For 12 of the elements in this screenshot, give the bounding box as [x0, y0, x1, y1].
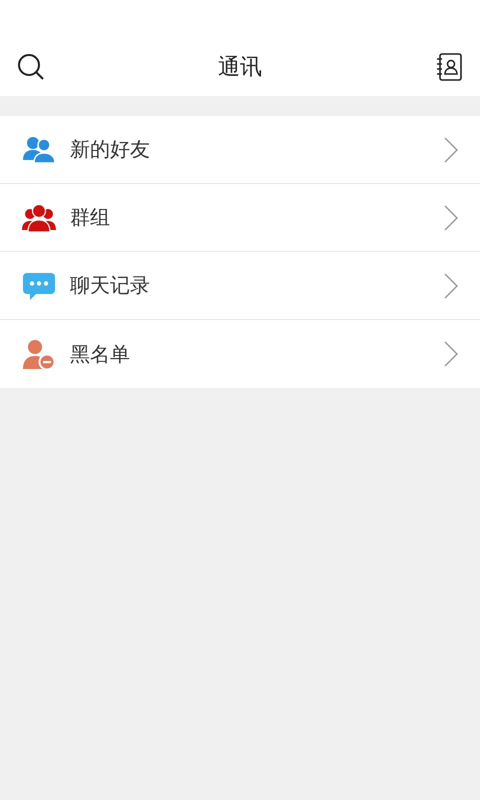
contacts-book-button[interactable] — [434, 52, 464, 82]
chevron-icon — [444, 204, 458, 230]
menu-row[interactable]: 黑名单 — [0, 320, 480, 388]
chevron-icon — [444, 272, 458, 298]
chevron-icon — [444, 341, 458, 367]
person-blocked-icon — [22, 337, 56, 371]
page-title: 通讯 — [218, 54, 262, 82]
search-button[interactable] — [16, 52, 46, 82]
menu-row[interactable]: 新的好友 — [0, 116, 480, 184]
chevron-icon — [444, 136, 458, 162]
menu-row[interactable]: 群组 — [0, 184, 480, 252]
menu-row[interactable]: 聊天记录 — [0, 252, 480, 320]
